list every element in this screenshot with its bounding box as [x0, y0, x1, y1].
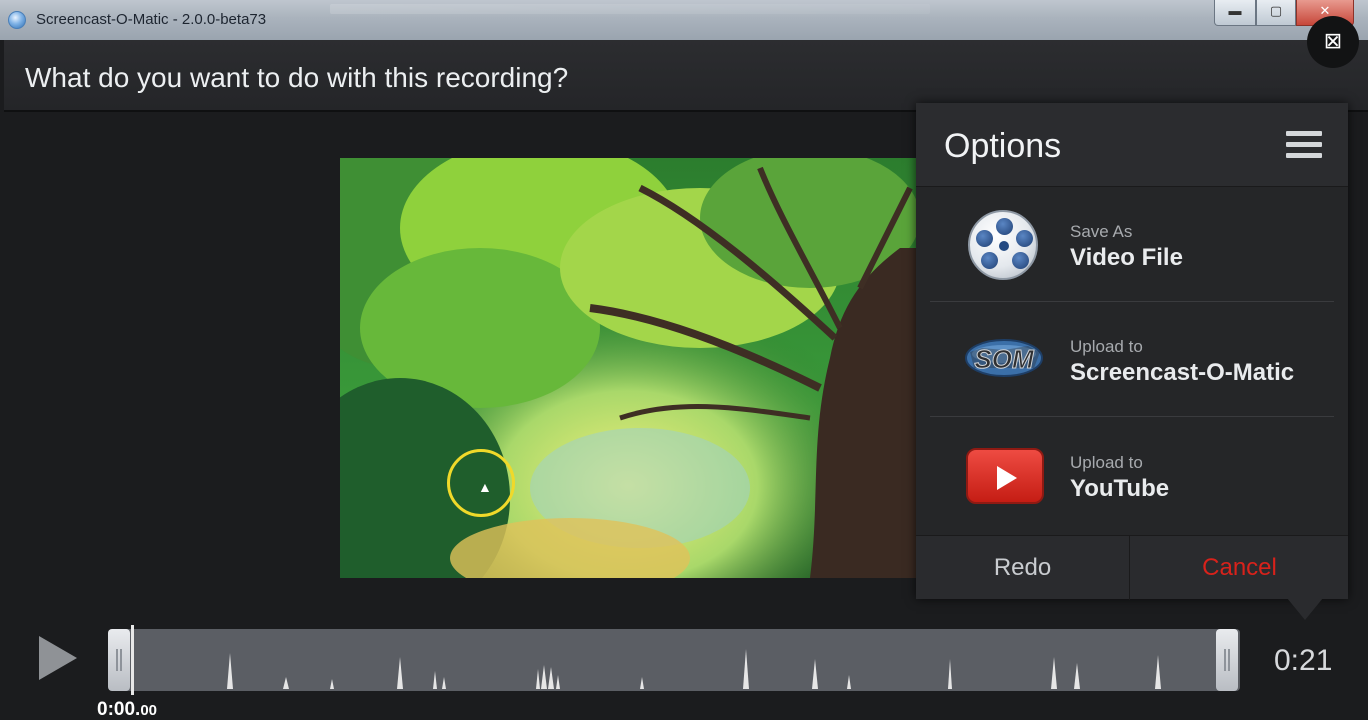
- svg-text:SOM: SOM: [974, 344, 1035, 374]
- audio-waveform: [110, 629, 1240, 691]
- forest-preview-image: [340, 158, 916, 578]
- options-panel-pointer: [1287, 598, 1323, 620]
- option-target-label: Video File: [1070, 244, 1183, 271]
- youtube-icon: [966, 448, 1044, 504]
- trim-end-handle[interactable]: [1216, 629, 1238, 691]
- timeline-track[interactable]: [110, 629, 1240, 691]
- som-logo-icon: SOM: [965, 339, 1043, 377]
- mouse-cursor-icon: ▲: [478, 479, 492, 495]
- prompt-bar: What do you want to do with this recordi…: [4, 40, 1368, 112]
- options-header: Options: [916, 103, 1348, 187]
- film-reel-icon: [968, 210, 1038, 280]
- option-target-label: YouTube: [1070, 475, 1170, 502]
- current-time-fraction: 00: [140, 702, 157, 719]
- playhead-marker[interactable]: [131, 625, 134, 695]
- recording-preview[interactable]: ▲: [340, 158, 916, 578]
- options-title: Options: [944, 127, 1062, 165]
- minimize-icon: ▬: [1228, 3, 1242, 18]
- trim-start-handle[interactable]: [108, 629, 130, 691]
- option-action-label: Upload to: [1070, 453, 1143, 472]
- titlebar-background-ghost: [330, 4, 930, 14]
- maximize-button[interactable]: ▢: [1256, 0, 1296, 26]
- divider: [930, 301, 1334, 302]
- current-time-main: 0:00.: [97, 699, 141, 720]
- option-target-label: Screencast-O-Matic: [1070, 359, 1295, 386]
- option-action-label: Upload to: [1070, 337, 1143, 356]
- options-panel: Options Save As Video File SOM Upload to…: [916, 103, 1348, 600]
- option-action-label: Save As: [1070, 222, 1133, 241]
- total-duration: 0:21: [1274, 644, 1333, 677]
- upload-to-youtube-option[interactable]: Upload to YouTube: [916, 419, 1348, 533]
- play-icon[interactable]: [39, 636, 77, 680]
- minimize-button[interactable]: ▬: [1214, 0, 1256, 26]
- hamburger-menu-icon[interactable]: [1286, 131, 1322, 159]
- save-as-video-file-option[interactable]: Save As Video File: [916, 188, 1348, 302]
- cancel-button[interactable]: Cancel: [1131, 536, 1348, 600]
- window-titlebar: Screencast-O-Matic - 2.0.0-beta73 ▬ ▢ ✕: [0, 0, 1368, 40]
- divider: [930, 416, 1334, 417]
- prompt-text: What do you want to do with this recordi…: [25, 62, 569, 93]
- maximize-icon: ▢: [1269, 3, 1283, 18]
- main-window: What do you want to do with this recordi…: [4, 40, 1368, 720]
- screen-capture-badge-icon[interactable]: ⊠: [1307, 16, 1359, 68]
- redo-button[interactable]: Redo: [916, 536, 1130, 600]
- app-icon: [8, 11, 26, 29]
- upload-to-screencast-o-matic-option[interactable]: SOM Upload to Screencast-O-Matic: [916, 303, 1348, 417]
- action-buttons-row: Redo Cancel: [916, 535, 1348, 600]
- window-title: Screencast-O-Matic - 2.0.0-beta73: [36, 11, 267, 28]
- current-time: 0:00.00: [97, 699, 157, 720]
